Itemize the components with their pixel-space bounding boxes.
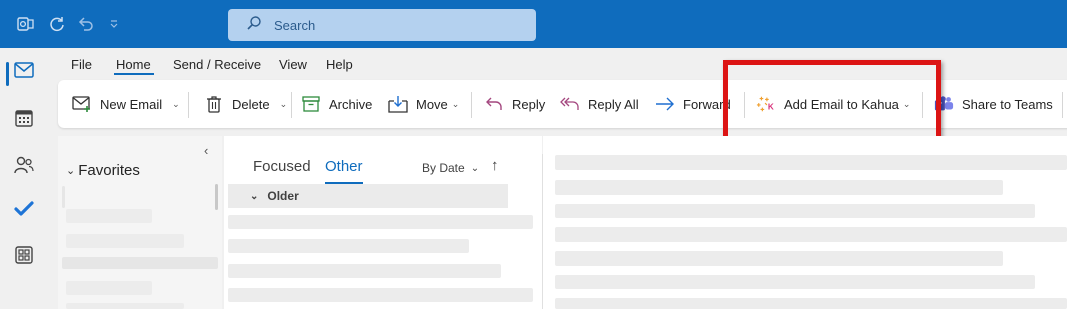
reply-label: Reply — [512, 96, 546, 112]
group-header-label: Older — [267, 189, 299, 203]
chevron-down-icon: ⌄ — [66, 165, 76, 177]
title-bar: Search — [0, 0, 1067, 48]
tab-home-underline — [114, 73, 154, 75]
move-label: Move — [416, 96, 448, 112]
new-email-icon — [72, 94, 92, 114]
outlook-icon — [16, 14, 36, 34]
chevron-down-icon[interactable]: ⌄ — [172, 99, 180, 110]
ribbon-divider — [188, 92, 189, 118]
archive-label: Archive — [329, 96, 373, 112]
undo-icon[interactable] — [76, 14, 96, 34]
app-rail — [0, 48, 48, 309]
search-box[interactable]: Search — [228, 9, 536, 41]
tab-help[interactable]: Help — [326, 57, 353, 72]
reading-placeholder — [555, 180, 1003, 195]
folder-placeholder — [62, 186, 65, 208]
message-placeholder — [228, 264, 501, 278]
reading-placeholder — [555, 227, 1067, 242]
delete-label: Delete — [232, 96, 270, 112]
calendar-icon[interactable] — [0, 100, 48, 136]
group-header-older[interactable]: ⌄ Older — [228, 184, 508, 208]
share-to-teams-label: Share to Teams — [962, 96, 1053, 112]
reading-placeholder — [555, 155, 1067, 170]
search-placeholder: Search — [274, 17, 316, 33]
folder-placeholder — [66, 303, 184, 309]
chevron-down-icon: ⌄ — [470, 162, 480, 174]
share-to-teams-button[interactable]: T Share to Teams — [934, 80, 1053, 128]
folder-placeholder — [62, 257, 218, 269]
reply-all-icon — [560, 94, 580, 114]
reply-icon — [484, 94, 504, 114]
new-email-label: New Email — [100, 96, 163, 112]
archive-button[interactable]: Archive — [301, 80, 372, 128]
sync-icon[interactable] — [47, 14, 67, 34]
ribbon-divider — [471, 92, 472, 118]
favorites-label: Favorites — [78, 162, 140, 179]
reading-placeholder — [555, 204, 1035, 218]
apps-icon[interactable] — [0, 237, 48, 273]
delete-button[interactable]: Delete ⌄ — [204, 80, 287, 128]
favorites-header[interactable]: ⌄ Favorites — [66, 162, 140, 179]
trash-icon — [204, 94, 224, 114]
tab-file[interactable]: File — [71, 57, 92, 72]
tab-send-receive[interactable]: Send / Receive — [173, 57, 261, 72]
sort-by-button[interactable]: By Date ⌄ — [422, 161, 479, 175]
reading-placeholder — [555, 275, 1035, 289]
folder-placeholder — [66, 234, 184, 248]
highlight-box — [723, 60, 941, 142]
chevron-down-icon: ⌄ — [250, 190, 259, 202]
move-icon — [388, 94, 408, 114]
message-placeholder — [228, 239, 469, 253]
tab-other[interactable]: Other — [325, 158, 363, 175]
todo-icon[interactable] — [0, 191, 48, 227]
customize-qat-icon[interactable] — [104, 14, 124, 34]
move-button[interactable]: Move ⌄ — [388, 80, 459, 128]
reply-button[interactable]: Reply — [484, 80, 545, 128]
message-placeholder — [228, 288, 533, 302]
tab-home[interactable]: Home — [116, 57, 151, 72]
new-email-button[interactable]: New Email ⌄ — [72, 80, 180, 128]
tab-view[interactable]: View — [279, 57, 307, 72]
folder-placeholder — [66, 281, 152, 295]
tab-focused[interactable]: Focused — [253, 158, 311, 175]
reading-placeholder — [555, 298, 1067, 309]
active-indicator — [6, 62, 9, 86]
ribbon-divider — [1062, 92, 1063, 118]
message-placeholder — [228, 215, 533, 229]
search-icon — [246, 15, 262, 36]
ribbon-divider — [291, 92, 292, 118]
reading-placeholder — [555, 251, 1003, 266]
reply-all-label: Reply All — [588, 96, 639, 112]
forward-icon — [655, 94, 675, 114]
sort-direction-icon[interactable]: ↑ — [491, 157, 499, 174]
forward-button[interactable]: Forward — [655, 80, 731, 128]
reply-all-button[interactable]: Reply All — [560, 80, 639, 128]
folder-placeholder — [66, 209, 152, 223]
folder-scrollbar[interactable] — [215, 184, 218, 210]
chevron-down-icon[interactable]: ⌄ — [280, 99, 288, 110]
chevron-down-icon[interactable]: ⌄ — [452, 99, 460, 110]
sort-by-label: By Date — [422, 161, 465, 175]
people-icon[interactable] — [0, 147, 48, 183]
collapse-pane-icon[interactable]: ‹ — [204, 143, 208, 158]
mail-icon[interactable] — [0, 52, 48, 88]
archive-icon — [301, 94, 321, 114]
